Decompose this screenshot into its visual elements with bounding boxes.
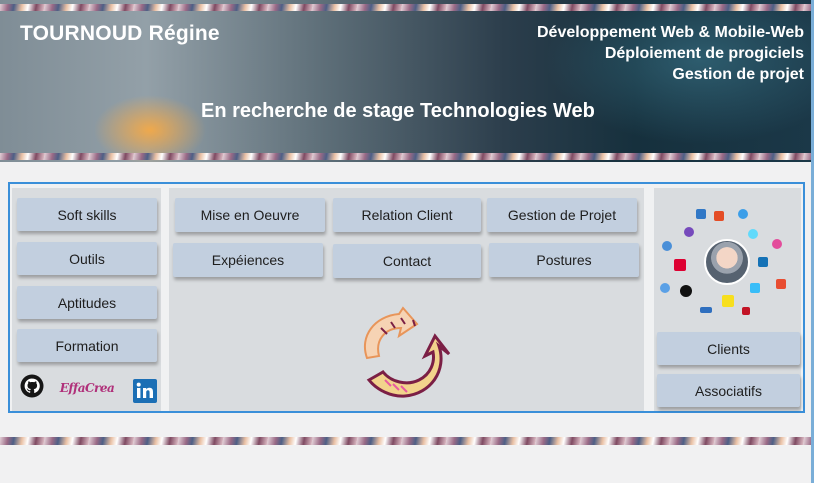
tab-contact[interactable]: Contact bbox=[333, 244, 481, 278]
soft-skills-button[interactable]: Soft skills bbox=[17, 198, 157, 231]
tech-avatar-ring bbox=[652, 203, 788, 321]
formation-button[interactable]: Formation bbox=[17, 329, 157, 362]
github-icon[interactable] bbox=[20, 374, 44, 398]
header-tagline: En recherche de stage Technologies Web bbox=[201, 100, 595, 122]
vite-icon bbox=[738, 209, 748, 219]
tab-postures[interactable]: Postures bbox=[489, 243, 639, 277]
tab-mise-en-oeuvre[interactable]: Mise en Oeuvre bbox=[175, 198, 325, 232]
typescript-icon bbox=[696, 209, 706, 219]
sass-icon bbox=[660, 283, 670, 293]
nextjs-icon bbox=[680, 285, 692, 297]
skill-line-1: Développement Web & Mobile-Web bbox=[537, 24, 804, 41]
avatar bbox=[704, 239, 750, 285]
refresh-arrows-icon bbox=[364, 306, 451, 398]
outils-button[interactable]: Outils bbox=[17, 242, 157, 275]
git-icon bbox=[776, 279, 786, 289]
clients-button[interactable]: Clients bbox=[657, 332, 800, 365]
effacrea-logo[interactable]: EffaCrea bbox=[59, 378, 115, 398]
react-icon bbox=[748, 229, 758, 239]
redux-icon bbox=[684, 227, 694, 237]
skills-summary: Développement Web & Mobile-Web Déploieme… bbox=[537, 22, 804, 85]
skill-line-2: Déploiement de progiciels bbox=[604, 45, 804, 62]
associatifs-button[interactable]: Associatifs bbox=[657, 374, 800, 407]
tailwind-icon bbox=[750, 283, 760, 293]
site-owner-name: TOURNOUD Régine bbox=[20, 22, 220, 45]
html5-icon bbox=[714, 211, 724, 221]
header-banner: TOURNOUD Régine Développement Web & Mobi… bbox=[0, 0, 814, 162]
css3-icon bbox=[758, 257, 768, 267]
left-column: Soft skills Outils Aptitudes Formation E… bbox=[12, 188, 161, 411]
angular-icon bbox=[674, 259, 686, 271]
tab-relation-client[interactable]: Relation Client bbox=[333, 198, 481, 232]
header-bottom-stripe bbox=[0, 153, 814, 160]
footer-stripe bbox=[0, 437, 814, 445]
tab-gestion-de-projet[interactable]: Gestion de Projet bbox=[487, 198, 637, 232]
linkedin-icon[interactable] bbox=[133, 379, 157, 403]
docker-icon bbox=[662, 241, 672, 251]
aptitudes-button[interactable]: Aptitudes bbox=[17, 286, 157, 319]
npm-icon bbox=[742, 307, 750, 315]
jest-icon bbox=[700, 307, 712, 313]
skill-line-3: Gestion de projet bbox=[672, 66, 804, 83]
middle-column: Mise en Oeuvre Relation Client Gestion d… bbox=[169, 188, 644, 411]
javascript-icon bbox=[722, 295, 734, 307]
graphql-icon bbox=[772, 239, 782, 249]
header-top-stripe bbox=[0, 4, 814, 11]
tab-experiences[interactable]: Expéiences bbox=[173, 243, 323, 277]
